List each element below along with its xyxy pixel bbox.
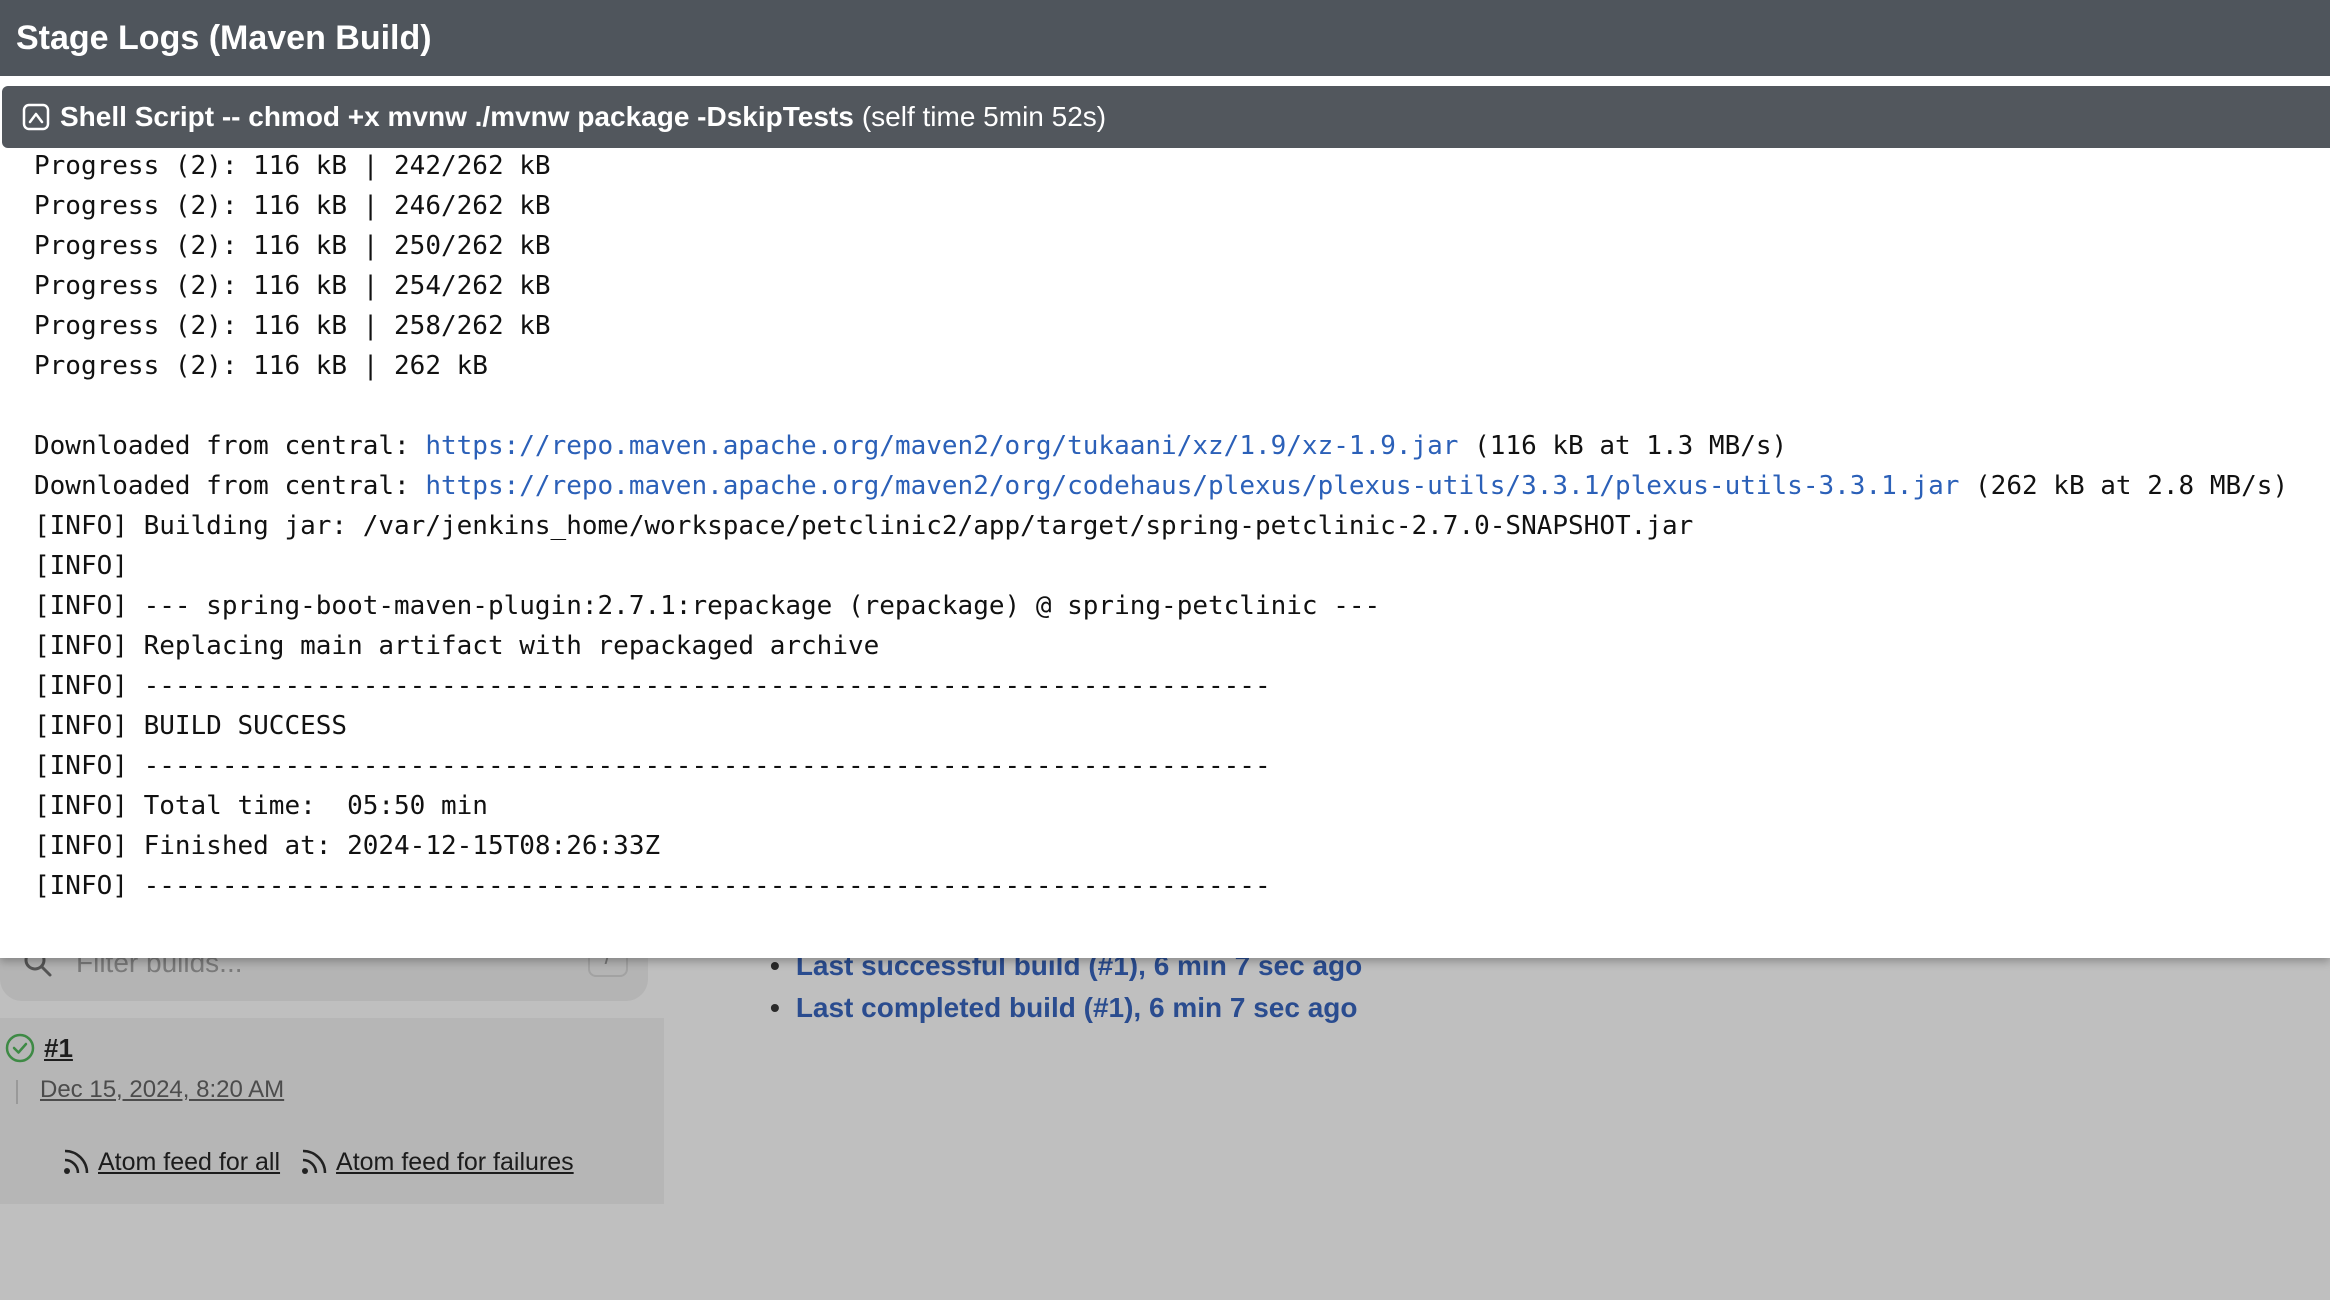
log-line: Downloaded from central: https://repo.ma… xyxy=(34,466,2324,506)
log-line: [INFO] xyxy=(34,551,128,581)
rss-icon xyxy=(302,1149,327,1174)
build-number-link[interactable]: #1 xyxy=(44,1033,73,1064)
log-line: Downloaded from central: https://repo.ma… xyxy=(34,426,2324,466)
build-history-row: #1 xyxy=(4,1028,73,1068)
modal-title: Stage Logs (Maven Build) xyxy=(16,19,432,57)
log-line-suffix: (262 kB at 2.8 MB/s) xyxy=(1959,471,2289,501)
stage-logs-modal: Stage Logs (Maven Build) Shell Script --… xyxy=(0,0,2330,958)
success-check-icon xyxy=(5,1033,35,1063)
log-line: Progress (2): 116 kB | 258/262 kB xyxy=(34,311,551,341)
console-log: Progress (2): 116 kB | 242/262 kB Progres… xyxy=(34,146,2324,906)
log-line: Progress (2): 116 kB | 242/262 kB xyxy=(34,151,551,181)
atom-feed-all-link[interactable]: Atom feed for all xyxy=(98,1148,280,1177)
log-line: [INFO] ---------------------------------… xyxy=(34,751,1271,781)
build-history-panel: #1 Dec 15, 2024, 8:20 AM Atom feed for a… xyxy=(0,1018,664,1204)
log-line: [INFO] Building jar: /var/jenkins_home/w… xyxy=(34,511,1694,541)
modal-header: Stage Logs (Maven Build) xyxy=(0,0,2330,76)
log-line: [INFO] BUILD SUCCESS xyxy=(34,711,348,741)
rss-icon xyxy=(64,1149,89,1174)
log-line: [INFO] Finished at: 2024-12-15T08:26:33Z xyxy=(34,831,661,861)
download-url-link[interactable]: https://repo.maven.apache.org/maven2/org… xyxy=(425,431,1458,461)
last-completed-build-link[interactable]: Last completed build (#1), 6 min 7 sec a… xyxy=(770,987,1362,1029)
log-line: Progress (2): 116 kB | 254/262 kB xyxy=(34,271,551,301)
log-step-header[interactable]: Shell Script -- chmod +x mvnw ./mvnw pac… xyxy=(2,86,2330,148)
log-line: Progress (2): 116 kB | 250/262 kB xyxy=(34,231,551,261)
log-line-suffix: (116 kB at 1.3 MB/s) xyxy=(1458,431,1788,461)
atom-feed-failures-link[interactable]: Atom feed for failures xyxy=(336,1148,574,1177)
log-line: Progress (2): 116 kB | 262 kB xyxy=(34,351,488,381)
build-date-link[interactable]: Dec 15, 2024, 8:20 AM xyxy=(40,1076,284,1104)
download-url-link[interactable]: https://repo.maven.apache.org/maven2/org… xyxy=(425,471,1959,501)
log-line: [INFO] --- spring-boot-maven-plugin:2.7.… xyxy=(34,591,1381,621)
log-line: Progress (2): 116 kB | 246/262 kB xyxy=(34,191,551,221)
terminal-icon xyxy=(22,103,50,131)
step-self-time: (self time 5min 52s) xyxy=(861,101,1107,132)
divider xyxy=(16,1080,18,1104)
log-line-prefix: Downloaded from central: xyxy=(34,471,426,501)
step-title: Shell Script -- chmod +x mvnw ./mvnw pac… xyxy=(60,101,854,132)
log-line: [INFO] Replacing main artifact with repa… xyxy=(34,631,880,661)
log-line: [INFO] Total time: 05:50 min xyxy=(34,791,488,821)
log-line: [INFO] ---------------------------------… xyxy=(34,871,1271,901)
log-line-prefix: Downloaded from central: xyxy=(34,431,426,461)
atom-feeds: Atom feed for all Atom feed for failures xyxy=(60,1146,592,1178)
log-line: [INFO] ---------------------------------… xyxy=(34,671,1271,701)
